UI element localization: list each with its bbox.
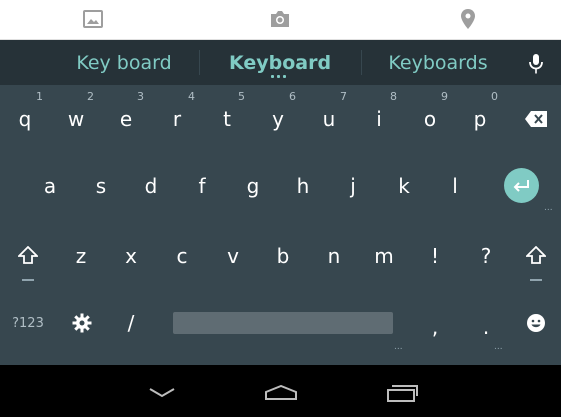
key-g[interactable]: g — [233, 166, 273, 206]
key-k[interactable]: k — [384, 166, 424, 206]
key-comma[interactable]: , — [415, 307, 455, 347]
back-chevron-icon[interactable] — [140, 377, 184, 409]
more-indicator: ... — [394, 342, 403, 352]
key-t[interactable]: t — [207, 99, 247, 139]
symbols-key[interactable]: ?123 — [6, 303, 50, 343]
navigation-bar — [0, 365, 561, 417]
key-slash[interactable]: / — [111, 303, 151, 343]
key-r[interactable]: r — [157, 99, 197, 139]
key-question[interactable]: ? — [466, 236, 506, 276]
key-s[interactable]: s — [81, 166, 121, 206]
home-icon[interactable] — [259, 377, 303, 409]
microphone-icon[interactable] — [522, 50, 550, 78]
key-m[interactable]: m — [364, 236, 404, 276]
image-icon[interactable] — [76, 6, 110, 32]
key-w[interactable]: w — [56, 99, 96, 139]
keyboard: 1 2 3 4 5 6 7 8 9 0 q w e r t y u i o p … — [0, 85, 561, 365]
shift-indicator — [530, 279, 542, 281]
key-x[interactable]: x — [111, 236, 151, 276]
emoji-icon[interactable] — [516, 303, 556, 343]
key-i[interactable]: i — [359, 99, 399, 139]
backspace-icon[interactable] — [516, 103, 556, 135]
key-a[interactable]: a — [30, 166, 70, 206]
suggestion-right[interactable]: Keyboards — [362, 40, 514, 85]
space-bar[interactable] — [173, 312, 393, 334]
camera-icon[interactable] — [263, 6, 297, 32]
key-q[interactable]: q — [5, 99, 45, 139]
key-b[interactable]: b — [263, 236, 303, 276]
key-f[interactable]: f — [182, 166, 222, 206]
suggestion-left[interactable]: Key board — [46, 40, 202, 85]
key-period[interactable]: . — [466, 307, 506, 347]
key-v[interactable]: v — [213, 236, 253, 276]
key-o[interactable]: o — [410, 99, 450, 139]
key-h[interactable]: h — [283, 166, 323, 206]
settings-gear-icon[interactable] — [62, 303, 102, 343]
shift-right-icon[interactable] — [516, 235, 556, 275]
suggestion-center[interactable]: Keyboard — [200, 40, 360, 85]
key-l[interactable]: l — [435, 166, 475, 206]
enter-key[interactable] — [504, 168, 539, 203]
key-exclamation[interactable]: ! — [415, 236, 455, 276]
key-u[interactable]: u — [309, 99, 349, 139]
key-p[interactable]: p — [460, 99, 500, 139]
location-pin-icon[interactable] — [451, 6, 485, 32]
enter-arrow-icon — [513, 179, 529, 192]
suggestion-strip: Key board Keyboard Keyboards — [0, 40, 561, 85]
more-indicator: ... — [494, 342, 503, 352]
key-e[interactable]: e — [106, 99, 146, 139]
more-indicator: ... — [544, 203, 553, 213]
more-suggestions-indicator — [271, 75, 286, 78]
attachment-bar — [0, 0, 561, 40]
key-c[interactable]: c — [162, 236, 202, 276]
shift-left-icon[interactable] — [8, 235, 48, 275]
shift-indicator — [22, 279, 34, 281]
key-j[interactable]: j — [333, 166, 373, 206]
key-n[interactable]: n — [314, 236, 354, 276]
key-y[interactable]: y — [258, 99, 298, 139]
key-z[interactable]: z — [61, 236, 101, 276]
key-d[interactable]: d — [131, 166, 171, 206]
recents-icon[interactable] — [380, 377, 424, 409]
